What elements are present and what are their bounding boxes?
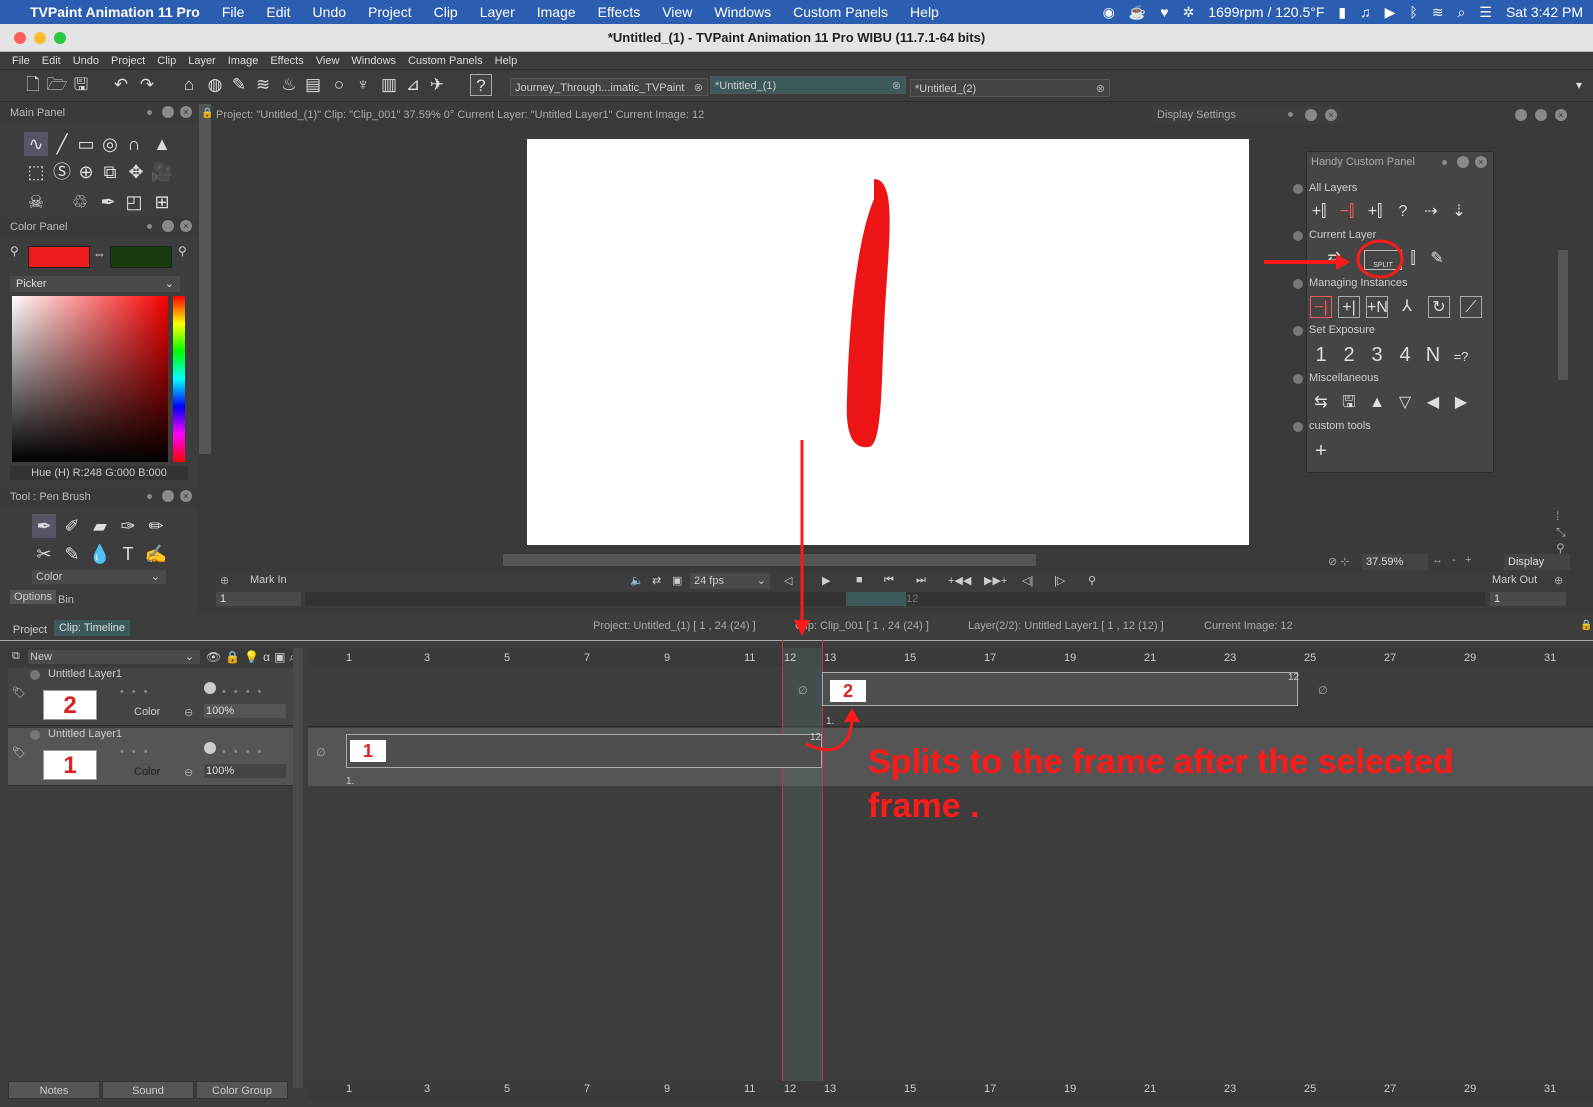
annotation-line-2: frame . xyxy=(868,787,980,825)
annotation-curve-head xyxy=(844,708,860,722)
annotation-split-circle xyxy=(1356,239,1404,279)
annotation-line-1: Splits to the frame after the selected xyxy=(868,743,1454,781)
annotation-overlay xyxy=(794,239,1404,752)
annotation-down-head xyxy=(794,620,810,636)
annotation-text: Splits to the frame after the selected f… xyxy=(868,740,1588,828)
annotation-arrow-head xyxy=(1336,254,1350,270)
